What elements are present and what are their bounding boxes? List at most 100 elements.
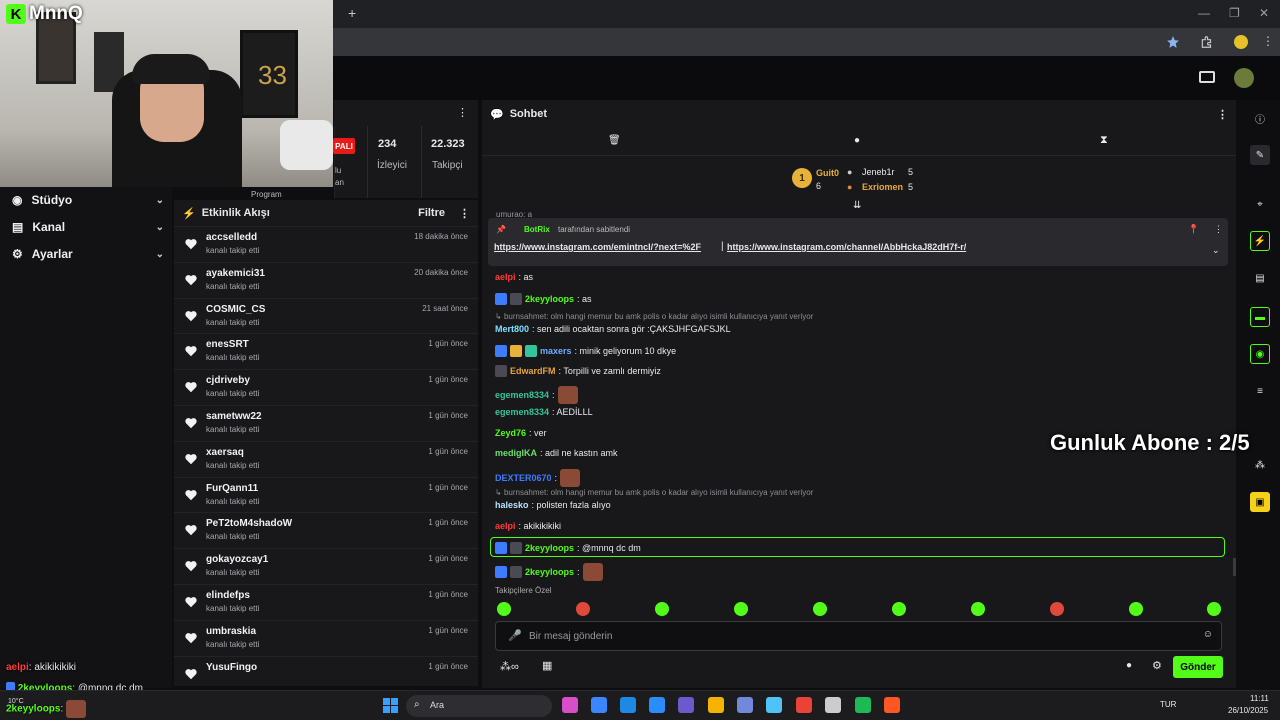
emote-button[interactable] (813, 602, 827, 616)
activity-row[interactable]: accselledd kanalı takip etti 18 dakika önc… (174, 226, 478, 261)
chat-username[interactable]: maxers (540, 346, 572, 356)
pinned-menu-icon[interactable]: ⋮ (1214, 224, 1223, 235)
taskbar-search[interactable]: ⌕ Ara (406, 695, 552, 717)
taskbar-app-icon[interactable] (884, 697, 900, 713)
info-icon[interactable]: ⓘ (1250, 108, 1270, 128)
taskbar-app-icon[interactable] (825, 697, 841, 713)
emote-button[interactable] (497, 602, 511, 616)
stats-menu-icon[interactable]: ⋮ (457, 106, 468, 119)
chat-message[interactable]: aelpi: as (495, 272, 533, 282)
close-button[interactable]: ✕ (1259, 6, 1269, 20)
kick-tv-icon[interactable] (1199, 71, 1215, 83)
rewards-icon[interactable]: ⁂ (1250, 455, 1270, 475)
browser-menu-icon[interactable]: ⋮ (1262, 34, 1274, 48)
chat-username[interactable]: 2keyyloops (525, 294, 574, 304)
chat-reply-context[interactable]: ↳ burnsahmet: olm hangi memur bu amk pol… (495, 312, 813, 321)
bookmark-star-icon[interactable] (1166, 35, 1180, 49)
chat-menu-icon[interactable]: ⋮ (1217, 108, 1228, 121)
taskbar-app-icon[interactable] (855, 697, 871, 713)
sidebar-item-settings[interactable]: ⚙ Ayarlar ⌄ (12, 243, 164, 265)
chat-username[interactable]: medigIKA (495, 448, 537, 458)
chat-message[interactable]: 2keyyloops: (495, 563, 603, 581)
chat-username[interactable]: DEXTER0670 (495, 473, 552, 483)
chat-username[interactable]: aelpi (495, 521, 516, 531)
chat-settings-icon[interactable]: ⚙ (1152, 659, 1162, 672)
activity-row[interactable]: umbraskia kanalı takip etti 1 gün önce (174, 619, 478, 655)
extensions-icon[interactable] (1200, 35, 1214, 49)
activity-row[interactable]: PeT2toM4shadoW kanalı takip etti 1 gün önc… (174, 512, 478, 547)
chat-username[interactable]: Zeyd76 (495, 428, 526, 438)
activity-row[interactable]: YusuFingo 1 gün önce (174, 655, 478, 691)
sidebar-item-channel[interactable]: ▤ Kanal ⌄ (12, 216, 164, 238)
activity-row[interactable]: sametww22 kanalı takip etti 1 gün önce (174, 405, 478, 440)
chat-input[interactable]: 🎤 Bir mesaj gönderin ☺ (495, 621, 1222, 651)
activity-row[interactable]: FurQann11 kanalı takip etti 1 gün önce (174, 476, 478, 512)
activity-row[interactable]: xaersaq kanalı takip etti 1 gün önce (174, 440, 478, 476)
taskbar-app-icon[interactable] (591, 697, 607, 713)
store-icon[interactable]: ▦ (542, 659, 552, 672)
trash-icon[interactable]: 🗑 (608, 135, 621, 146)
activity-row[interactable]: cjdriveby kanalı takip etti 1 gün önce (174, 369, 478, 404)
taskbar-app-icon[interactable] (620, 697, 636, 713)
chat-toggle-icon[interactable]: ▬ (1250, 307, 1270, 327)
clock-time[interactable]: 11:11 (1250, 694, 1269, 703)
taskbar-app-icon[interactable] (678, 697, 694, 713)
unpin-icon[interactable]: 📍 (1188, 224, 1199, 235)
scroll-down-icon[interactable]: ⇊ (853, 200, 861, 211)
restore-button[interactable]: ❐ (1229, 6, 1240, 20)
chevron-down-icon[interactable]: ⌄ (1212, 245, 1220, 256)
chat-username[interactable]: halesko (495, 500, 529, 510)
user-avatar[interactable] (1234, 68, 1254, 88)
chat-message[interactable]: medigIKA: adil ne kastın amk (495, 448, 618, 458)
taskbar-app-icon[interactable] (737, 697, 753, 713)
pinned-link-1[interactable]: https://www.instagram.com/emintncl/?next… (494, 242, 701, 252)
emote-button[interactable] (1129, 602, 1143, 616)
clip-icon[interactable]: ▣ (1250, 492, 1270, 512)
emote-button[interactable] (655, 602, 669, 616)
focus-icon[interactable]: ⌖ (1250, 194, 1270, 214)
pinned-link-2[interactable]: https://www.instagram.com/channel/AbbHck… (727, 242, 966, 252)
emote-button[interactable] (1207, 602, 1221, 616)
chat-message[interactable]: halesko: polisten fazla alıyo (495, 500, 611, 510)
chat-reply-context[interactable]: ↳ burnsahmet: olm hangi memur bu amk pol… (495, 488, 813, 497)
chat-message[interactable]: egemen8334: (495, 386, 578, 404)
activity-row[interactable]: elindefps kanalı takip etti 1 gün önce (174, 584, 478, 619)
taskbar-app-icon[interactable] (708, 697, 724, 713)
hourglass-icon[interactable]: ⧗ (1100, 134, 1108, 147)
minimize-button[interactable]: — (1198, 6, 1210, 20)
taskbar-app-icon[interactable] (562, 697, 578, 713)
language-indicator[interactable]: TUR (1160, 700, 1176, 709)
emoji-picker-icon[interactable]: ☺ (1203, 629, 1213, 640)
chat-scrollbar[interactable] (1233, 558, 1236, 576)
activity-menu-icon[interactable]: ⋮ (459, 207, 470, 220)
kick-points-icon[interactable]: ⁂∞ (500, 660, 519, 673)
chat-username[interactable]: egemen8334 (495, 407, 549, 417)
emote-button[interactable] (1050, 602, 1064, 616)
bolt-icon[interactable]: ⚡ (1250, 231, 1270, 251)
edit-icon[interactable]: ✎ (1250, 145, 1270, 165)
chat-message[interactable]: EdwardFM: Torpilli ve zamlı dermiyiz (495, 365, 661, 377)
chat-username[interactable]: aelpi (495, 272, 516, 282)
chat-message[interactable]: Zeyd76: ver (495, 428, 547, 438)
layers-icon[interactable]: ≡ (1250, 381, 1270, 401)
chat-message[interactable]: DEXTER0670: (495, 469, 581, 487)
emote-button[interactable] (971, 602, 985, 616)
activity-row[interactable]: gokayozcay1 kanalı takip etti 1 gün önce (174, 548, 478, 583)
windows-start-icon[interactable] (383, 698, 398, 713)
microphone-icon[interactable]: 🎤 (508, 629, 522, 642)
chat-message[interactable]: maxers: minik geliyorum 10 dkye (495, 345, 676, 357)
chat-username[interactable]: 2keyyloops (525, 567, 574, 577)
chat-message[interactable]: Mert800: sen adili ocaktan sonra gör :ÇA… (495, 324, 731, 334)
chat-username[interactable]: EdwardFM (510, 366, 556, 376)
filter-button[interactable]: Filtre (418, 207, 445, 219)
taskbar-app-icon[interactable] (796, 697, 812, 713)
chat-message[interactable]: egemen8334: AEDİLLL (495, 407, 593, 417)
chat-username[interactable]: egemen8334 (495, 390, 549, 400)
notes-icon[interactable]: ▤ (1250, 268, 1270, 288)
profile-avatar[interactable] (1234, 35, 1248, 49)
chat-username[interactable]: Mert800 (495, 324, 529, 334)
clock-date[interactable]: 26/10/2025 (1228, 706, 1268, 715)
emote-button[interactable] (892, 602, 906, 616)
activity-row[interactable]: enesSRT kanalı takip etti 1 gün önce (174, 333, 478, 368)
new-tab-button[interactable]: + (348, 5, 356, 21)
